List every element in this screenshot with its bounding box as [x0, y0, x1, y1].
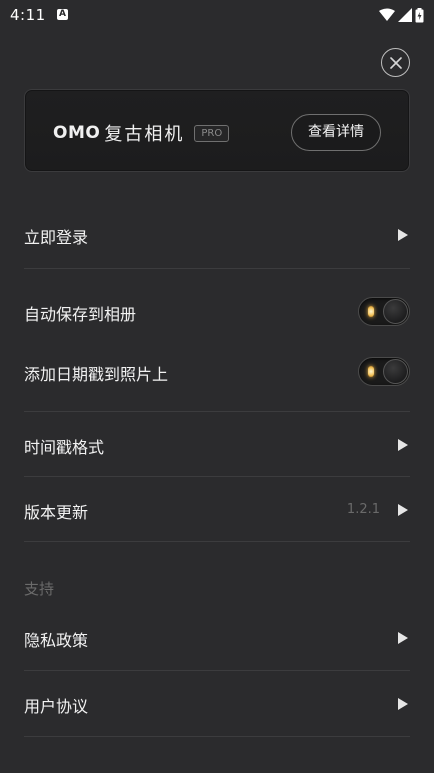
chevron-right-icon — [398, 504, 408, 516]
user-agreement-label: 用户协议 — [24, 697, 89, 716]
date-stamp-toggle[interactable] — [358, 357, 410, 386]
version-update-label: 版本更新 — [24, 503, 89, 522]
divider — [24, 268, 410, 269]
status-time: 4:11 — [10, 6, 46, 24]
divider — [24, 476, 410, 477]
timestamp-format-label: 时间戳格式 — [24, 438, 105, 457]
toggle-knob — [383, 359, 408, 384]
cellular-signal-icon — [398, 8, 412, 22]
chevron-right-icon — [398, 632, 408, 644]
privacy-policy-row[interactable]: 隐私政策 — [24, 616, 410, 660]
toggle-on-indicator — [368, 366, 374, 377]
pro-promo-card[interactable]: OMO 复古相机 PRO 查看详情 — [24, 89, 410, 172]
version-number: 1.2.1 — [346, 502, 380, 517]
support-section-title: 支持 — [24, 580, 55, 598]
settings-screen: 4:11 A OMO 复古相机 PRO 查看详情 立即登录 自动保存到相册 添加… — [0, 0, 434, 773]
pro-badge: PRO — [194, 124, 230, 142]
auto-save-label: 自动保存到相册 — [24, 305, 137, 324]
divider — [24, 670, 410, 671]
divider — [24, 541, 410, 542]
login-row[interactable]: 立即登录 — [24, 213, 410, 257]
divider — [24, 411, 410, 412]
auto-save-toggle[interactable] — [358, 297, 410, 326]
brand-chinese: 复古相机 — [104, 124, 185, 145]
toggle-knob — [383, 299, 408, 324]
close-icon — [389, 56, 402, 69]
chevron-right-icon — [398, 439, 408, 451]
user-agreement-row[interactable]: 用户协议 — [24, 682, 410, 726]
status-icons — [379, 7, 424, 23]
view-details-button[interactable]: 查看详情 — [291, 114, 381, 151]
privacy-policy-label: 隐私政策 — [24, 631, 89, 650]
close-button[interactable] — [381, 48, 410, 77]
battery-icon — [415, 7, 424, 22]
date-stamp-label: 添加日期戳到照片上 — [24, 365, 169, 384]
status-bar: 4:11 A — [0, 0, 434, 30]
toggle-on-indicator — [368, 306, 374, 317]
chevron-right-icon — [398, 698, 408, 710]
timestamp-format-row[interactable]: 时间戳格式 — [24, 423, 410, 467]
brand-latin: OMO — [53, 123, 101, 143]
auto-save-row: 自动保存到相册 — [24, 290, 410, 334]
version-update-row[interactable]: 版本更新 1.2.1 — [24, 488, 410, 532]
wifi-icon — [379, 8, 395, 21]
chevron-right-icon — [398, 229, 408, 241]
app-brand: OMO 复古相机 PRO — [53, 120, 230, 146]
login-label: 立即登录 — [24, 228, 89, 247]
notification-icon: A — [57, 9, 68, 20]
divider — [24, 736, 410, 737]
date-stamp-row: 添加日期戳到照片上 — [24, 350, 410, 394]
